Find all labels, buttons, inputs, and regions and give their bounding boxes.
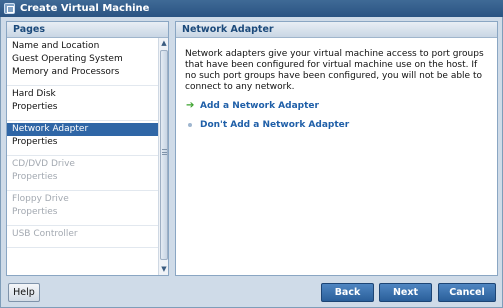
cancel-button[interactable]: Cancel bbox=[438, 283, 496, 302]
page-item-floppy-drive: Floppy Drive bbox=[12, 194, 69, 204]
help-button[interactable]: Help bbox=[8, 283, 40, 302]
vm-window-icon bbox=[4, 3, 15, 14]
window-title: Create Virtual Machine bbox=[20, 3, 150, 14]
pages-panel: Pages Name and Location Guest Operating … bbox=[6, 21, 169, 276]
scroll-down-arrow-icon[interactable]: ▼ bbox=[159, 264, 169, 274]
add-network-adapter-label[interactable]: Add a Network Adapter bbox=[200, 101, 319, 111]
page-group: Hard Disk Properties bbox=[7, 86, 158, 121]
dont-add-network-adapter-label[interactable]: Don't Add a Network Adapter bbox=[200, 120, 349, 130]
page-group: Floppy Drive Properties bbox=[7, 191, 158, 226]
page-item-usb-controller: USB Controller bbox=[12, 229, 78, 239]
page-item-cd-dvd-properties: Properties bbox=[12, 172, 58, 182]
dont-add-network-adapter-link[interactable]: Don't Add a Network Adapter bbox=[186, 120, 349, 130]
pages-scrollbar[interactable]: ▲ ▼ bbox=[158, 38, 168, 275]
page-item-hard-disk-properties[interactable]: Properties bbox=[7, 101, 158, 114]
page-item-hard-disk[interactable]: Hard Disk bbox=[7, 88, 158, 101]
page-item-name-and-location[interactable]: Name and Location bbox=[7, 40, 158, 53]
content-header: Network Adapter bbox=[176, 22, 497, 38]
pages-header: Pages bbox=[7, 22, 168, 38]
pages-list: Name and Location Guest Operating System… bbox=[7, 38, 158, 275]
description-text: Network adapters give your virtual machi… bbox=[185, 49, 484, 92]
window-title-bar: Create Virtual Machine bbox=[0, 0, 503, 17]
next-button[interactable]: Next bbox=[379, 283, 432, 302]
scroll-thumb[interactable] bbox=[160, 50, 168, 260]
page-item-cd-dvd-drive: CD/DVD Drive bbox=[12, 159, 75, 169]
page-item-guest-os[interactable]: Guest Operating System bbox=[7, 53, 158, 66]
add-network-adapter-link[interactable]: ➔ Add a Network Adapter bbox=[186, 100, 319, 111]
dialog-body: Pages Name and Location Guest Operating … bbox=[0, 17, 503, 308]
green-arrow-icon: ➔ bbox=[186, 100, 195, 111]
scroll-up-arrow-icon[interactable]: ▲ bbox=[159, 38, 169, 48]
page-item-network-adapter[interactable]: Network Adapter bbox=[7, 123, 158, 136]
page-item-network-adapter-properties[interactable]: Properties bbox=[7, 136, 158, 149]
page-item-floppy-properties: Properties bbox=[12, 207, 58, 217]
page-group: CD/DVD Drive Properties bbox=[7, 156, 158, 191]
grip-icon bbox=[162, 149, 167, 155]
bullet-dot-icon bbox=[186, 123, 200, 127]
content-panel: Network Adapter Network adapters give yo… bbox=[175, 21, 498, 276]
page-item-memory-processors[interactable]: Memory and Processors bbox=[7, 66, 158, 79]
page-group: USB Controller bbox=[7, 226, 158, 248]
page-group: Name and Location Guest Operating System… bbox=[7, 38, 158, 86]
page-group: Network Adapter Properties bbox=[7, 121, 158, 156]
back-button[interactable]: Back bbox=[321, 283, 374, 302]
